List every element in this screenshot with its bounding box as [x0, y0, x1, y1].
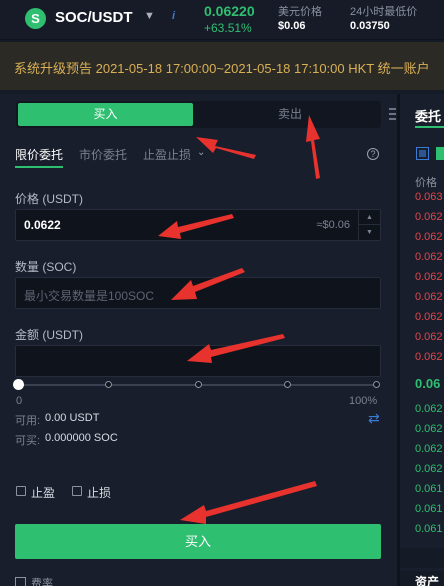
slider-step-75[interactable]	[284, 381, 291, 388]
available-label: 可用:	[15, 415, 41, 427]
order-book: 委托 价格 0.063 0.062 0.062 0.062 0.062 0.06…	[400, 94, 444, 586]
amount-label: 数量 (SOC)	[15, 260, 77, 274]
order-book-last-price: 0.06	[415, 376, 441, 391]
help-circle-icon[interactable]: ?	[367, 148, 379, 160]
ask-price[interactable]: 0.062	[415, 251, 443, 263]
slider-step-100[interactable]	[373, 381, 380, 388]
take-profit-checkbox[interactable]	[16, 486, 26, 496]
ask-price[interactable]: 0.062	[415, 211, 443, 223]
usd-price-label: 美元价格	[278, 6, 322, 18]
soc-logo-icon: S	[25, 8, 46, 29]
tab-buy[interactable]: 买入	[18, 103, 193, 126]
amount-placeholder: 最小交易数量是100SOC	[24, 289, 155, 303]
order-book-footer-gap	[400, 548, 444, 568]
book-both-icon[interactable]	[416, 147, 429, 160]
slider-min-label: 0	[16, 395, 23, 407]
price-input[interactable]: 0.0622 ≈$0.06 ▲ ▼	[15, 209, 381, 241]
maintenance-notice[interactable]: 系统升级预告 2021-05-18 17:00:00~2021-05-18 17…	[0, 42, 444, 90]
step-up-icon[interactable]: ▲	[359, 210, 380, 225]
fee-label[interactable]: 费率	[31, 575, 53, 586]
book-bids-icon[interactable]	[436, 147, 444, 160]
price-change: +63.51%	[204, 21, 252, 35]
order-book-price-header: 价格	[415, 177, 437, 189]
tab-sell[interactable]: 卖出	[200, 103, 380, 126]
chevron-down-icon[interactable]: ⌄	[197, 147, 205, 158]
total-input[interactable]	[15, 345, 381, 377]
ask-price[interactable]: 0.062	[415, 311, 443, 323]
ask-price[interactable]: 0.062	[415, 331, 443, 343]
slider-max-label: 100%	[349, 395, 378, 407]
price-label: 价格 (USDT)	[15, 192, 83, 206]
slider-step-25[interactable]	[105, 381, 112, 388]
max-buy-label: 可买:	[15, 435, 41, 447]
tab-limit-order[interactable]: 限价委托	[15, 146, 63, 163]
bid-price[interactable]: 0.062	[415, 443, 443, 455]
available-value: 0.00 USDT	[45, 412, 100, 424]
market-header: S SOC/USDT ▼ i 0.06220 +63.51% 美元价格 $0.0…	[0, 0, 444, 40]
max-buy-value: 0.000000 SOC	[45, 432, 118, 444]
bid-price[interactable]: 0.061	[415, 523, 443, 535]
assets-section: 资产	[400, 571, 444, 586]
tab-market-order[interactable]: 市价委托	[79, 146, 127, 163]
bid-price[interactable]: 0.062	[415, 403, 443, 415]
total-label: 金额 (USDT)	[15, 328, 83, 342]
usd-price-value: $0.06	[278, 20, 306, 32]
low-24h-value: 0.03750	[350, 20, 390, 32]
ask-price[interactable]: 0.062	[415, 291, 443, 303]
last-price: 0.06220	[204, 3, 255, 19]
step-down-icon[interactable]: ▼	[359, 225, 380, 240]
buy-button[interactable]: 买入	[15, 524, 381, 559]
price-usd-hint: ≈$0.06	[316, 219, 350, 231]
take-profit-label: 止盈	[31, 486, 56, 500]
active-tab-indicator	[15, 166, 63, 168]
tab-stop-order[interactable]: 止盈止损	[143, 146, 191, 163]
order-book-tab-indicator	[415, 126, 444, 128]
pair-selector[interactable]: SOC/USDT	[55, 9, 133, 26]
order-book-title[interactable]: 委托	[415, 106, 441, 125]
swap-arrows-icon[interactable]: ⇄	[368, 410, 380, 427]
price-stepper[interactable]: ▲ ▼	[358, 210, 380, 240]
stop-loss-label: 止损	[87, 486, 112, 500]
menu-icon[interactable]	[389, 108, 396, 120]
info-icon[interactable]: i	[172, 10, 175, 22]
fee-icon	[15, 577, 26, 586]
amount-input[interactable]: 最小交易数量是100SOC	[15, 277, 381, 309]
bid-price[interactable]: 0.061	[415, 503, 443, 515]
notice-text: 系统升级预告 2021-05-18 17:00:00~2021-05-18 17…	[14, 61, 430, 76]
ask-price[interactable]: 0.062	[415, 271, 443, 283]
stop-loss-checkbox[interactable]	[72, 486, 82, 496]
chevron-down-icon[interactable]: ▼	[144, 10, 155, 22]
ask-price[interactable]: 0.063	[415, 191, 443, 203]
bid-price[interactable]: 0.062	[415, 423, 443, 435]
ask-price[interactable]: 0.062	[415, 351, 443, 363]
bid-price[interactable]: 0.061	[415, 483, 443, 495]
slider-step-50[interactable]	[195, 381, 202, 388]
assets-title[interactable]: 资产	[415, 573, 439, 586]
ask-price[interactable]: 0.062	[415, 231, 443, 243]
slider-handle[interactable]	[13, 379, 24, 390]
price-value: 0.0622	[24, 218, 61, 232]
bid-price[interactable]: 0.062	[415, 463, 443, 475]
low-24h-label: 24小时最低价	[350, 6, 418, 18]
